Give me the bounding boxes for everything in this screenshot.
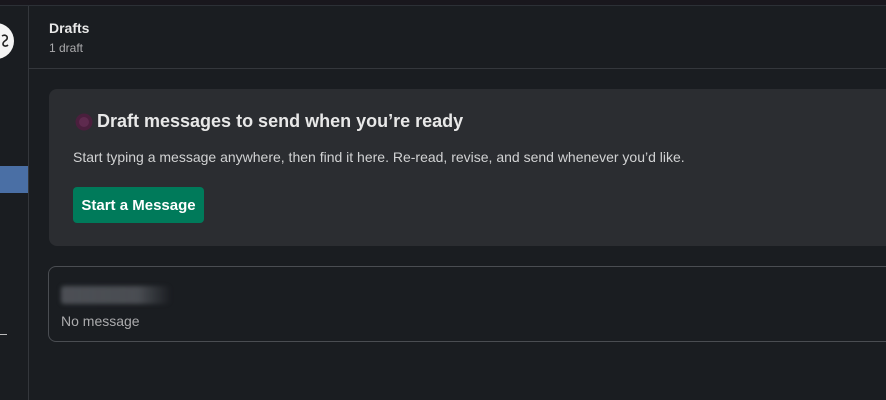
workspace-logo-icon [1,34,9,47]
view-header: Drafts 1 draft [29,6,886,69]
draft-preview-text: No message [61,313,140,329]
draft-list-item[interactable]: No message [48,266,886,342]
sidebar-divider [0,334,7,335]
promo-description: Start typing a message anywhere, then fi… [73,149,685,165]
workspace-avatar[interactable] [0,23,14,59]
draft-icon [75,113,93,131]
start-message-button[interactable]: Start a Message [73,187,204,223]
sidebar-item-active[interactable] [0,166,28,193]
draft-recipient-redacted [61,286,171,304]
page-title: Drafts [49,20,90,36]
draft-count: 1 draft [49,41,84,55]
drafts-view: Drafts 1 draft Draft messages to send wh… [29,6,886,400]
sidebar [0,6,29,400]
app-window: Drafts 1 draft Draft messages to send wh… [0,0,886,400]
drafts-promo-banner: Draft messages to send when you’re ready… [49,89,886,246]
promo-title: Draft messages to send when you’re ready [97,111,464,131]
